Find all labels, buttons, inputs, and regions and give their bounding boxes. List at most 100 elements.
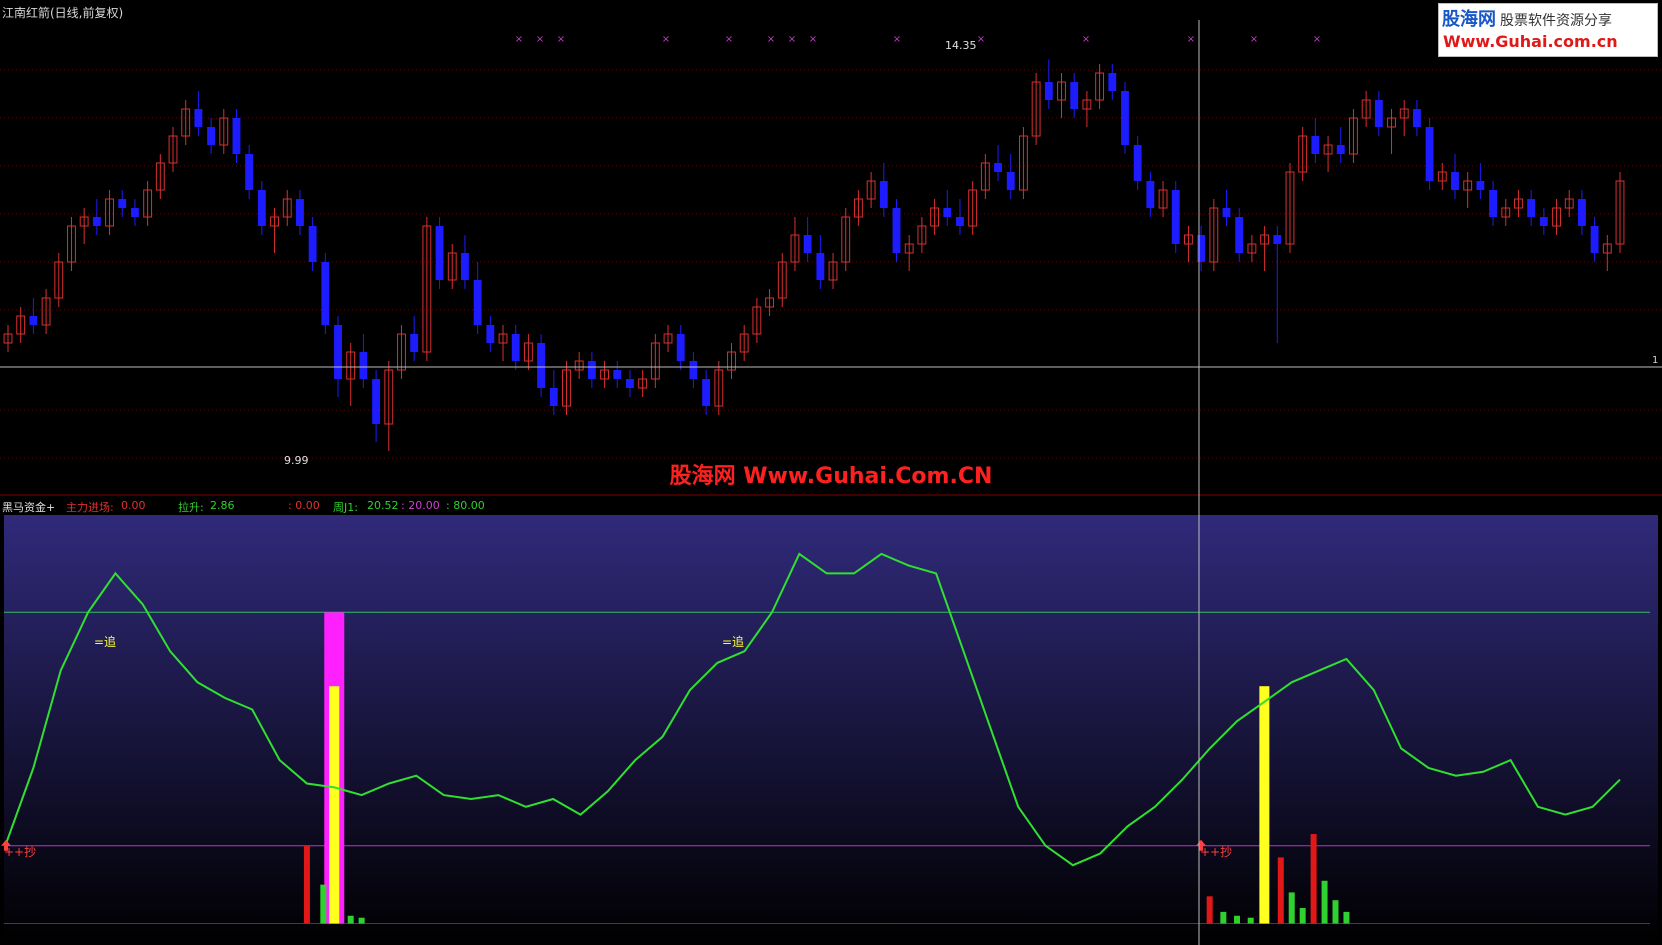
signal-bar — [303, 845, 310, 924]
yellow-bar — [1259, 686, 1270, 924]
indicator-header: 黑马资金+ 主力进场: 0.00 拉升: 2.86 : 0.00 周J1: 20… — [0, 497, 1662, 515]
candle-body — [1133, 145, 1142, 181]
candle-body — [676, 334, 685, 361]
candle-body — [1489, 190, 1498, 217]
candle-body — [537, 343, 546, 388]
signal-bar — [1220, 911, 1227, 924]
pull-label: 拉升: — [178, 501, 204, 514]
signal-marker: × — [1082, 34, 1090, 45]
candle-body — [1197, 235, 1206, 262]
logo-url: Www.Guhai.com.cn — [1443, 32, 1618, 51]
candle-body — [689, 361, 698, 379]
signal-marker: × — [767, 34, 775, 45]
buy-label-1: ++抄 — [4, 845, 37, 859]
candle-body — [626, 379, 634, 388]
candle-body — [1235, 217, 1244, 253]
candle-body — [486, 325, 495, 343]
candle-body — [232, 118, 241, 154]
candle-body — [1539, 217, 1548, 226]
candle-body — [473, 280, 482, 325]
candle-body — [1121, 91, 1129, 145]
candle-body — [372, 379, 381, 424]
chase-label-2: =追 — [722, 635, 745, 649]
signal-marker: × — [515, 34, 523, 45]
candle-body — [892, 208, 901, 253]
candle-body — [1146, 181, 1155, 208]
indicator-panel-bg — [4, 515, 1658, 945]
weekly-label: 周J1: — [333, 501, 358, 514]
candle-body — [308, 226, 317, 262]
candle-body — [1273, 235, 1282, 244]
candle-body — [1374, 100, 1383, 127]
candle-body — [1171, 190, 1180, 244]
price-panel-bg — [0, 0, 1662, 495]
yellow-bar — [329, 686, 340, 924]
candle-body — [1336, 145, 1345, 154]
site-logo: 股海网 股票软件资源分享 Www.Guhai.com.cn — [1438, 3, 1658, 57]
candle-body — [956, 217, 964, 226]
candle-body — [118, 199, 127, 208]
candle-body — [1590, 226, 1599, 253]
signal-marker: × — [1313, 34, 1321, 45]
signal-bar — [1277, 857, 1284, 924]
pull-value: 2.86 — [210, 499, 235, 512]
candle-body — [994, 163, 1002, 172]
candle-body — [207, 127, 216, 145]
candle-body — [803, 235, 812, 253]
candle-body — [1412, 109, 1421, 127]
signal-bar — [1321, 880, 1328, 924]
level-high-value: : 80.00 — [446, 499, 485, 512]
candle-body — [1425, 127, 1434, 181]
candle-body — [1577, 199, 1586, 226]
candle-body — [257, 190, 266, 226]
signal-bar — [1332, 900, 1339, 924]
logo-name: 股海网 — [1442, 9, 1496, 30]
candle-body — [296, 199, 304, 226]
candle-body — [943, 208, 952, 217]
weekly-value: 20.52 — [367, 499, 399, 512]
candle-body — [92, 217, 101, 226]
signal-bar — [347, 915, 354, 924]
signal-bar — [1310, 834, 1317, 924]
indicator-name[interactable]: 黑马资金+ — [2, 499, 55, 515]
extra-value: : 0.00 — [288, 499, 320, 512]
candle-body — [461, 253, 469, 280]
signal-marker: × — [893, 34, 901, 45]
candle-body — [410, 334, 419, 352]
logo-slogan: 股票软件资源分享 — [1500, 13, 1612, 29]
signal-bar — [358, 917, 365, 924]
candle-body — [321, 262, 330, 325]
candle-body — [194, 109, 203, 127]
signal-bar — [1343, 911, 1350, 924]
signal-marker: × — [557, 34, 565, 45]
candle-body — [1311, 136, 1320, 154]
candle-body — [1006, 172, 1015, 190]
main-entry-label: 主力进场: — [66, 501, 114, 514]
main-entry-value: 0.00 — [121, 499, 146, 512]
watermark: 股海网 Www.Guhai.Com.CN — [669, 464, 993, 489]
candle-body — [613, 370, 622, 379]
chase-label-1: =追 — [94, 635, 117, 649]
signal-marker: × — [809, 34, 817, 45]
right-scale-mark: 1 — [1652, 355, 1659, 366]
candle-body — [359, 352, 368, 379]
candle-body — [29, 316, 38, 325]
buy-label-2: ++抄 — [1200, 845, 1233, 859]
signal-bar — [1247, 917, 1254, 924]
signal-marker: × — [977, 34, 985, 45]
candle-body — [879, 181, 888, 208]
candle-body — [435, 226, 444, 280]
signal-bar — [1299, 907, 1306, 924]
signal-marker: × — [1187, 34, 1195, 45]
candle-body — [1070, 82, 1079, 109]
candle-body — [334, 325, 342, 379]
signal-marker: × — [536, 34, 544, 45]
candle-body — [1222, 208, 1231, 217]
candle-body — [1044, 82, 1053, 100]
signal-bar — [1206, 896, 1213, 924]
candle-body — [549, 388, 558, 406]
candle-body — [1476, 181, 1485, 190]
signal-bar — [1234, 915, 1241, 924]
candle-body — [1527, 199, 1536, 217]
candle-body — [1451, 172, 1459, 190]
